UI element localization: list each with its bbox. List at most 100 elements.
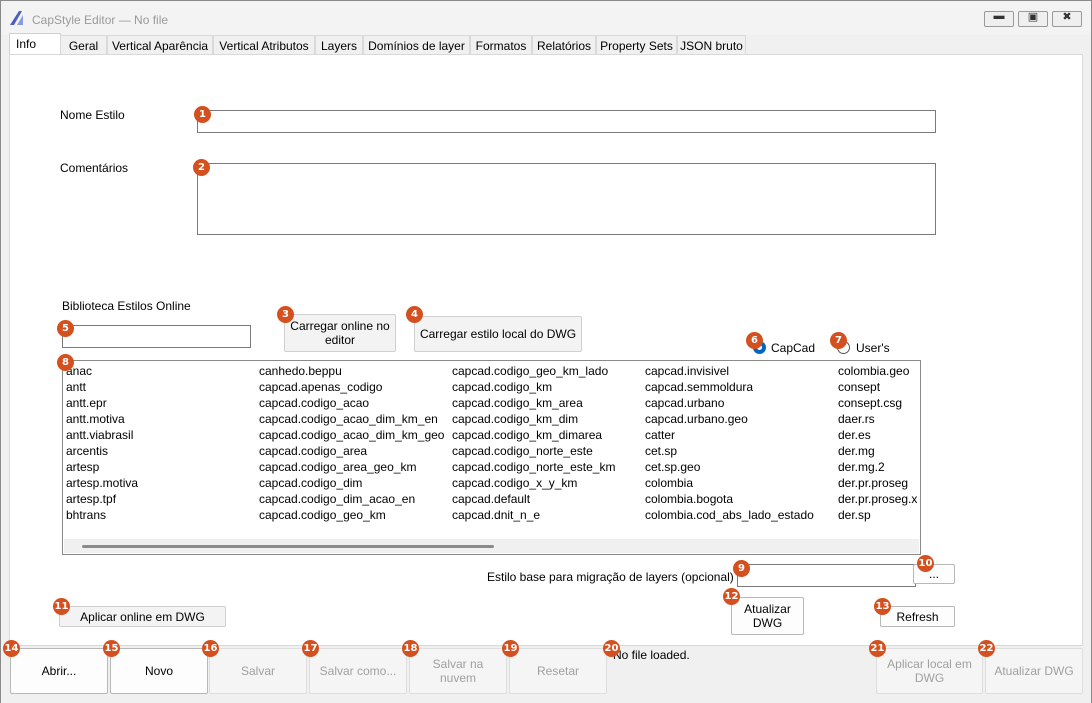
list-item[interactable]: capcad.codigo_dim xyxy=(259,475,444,491)
apply-online-dwg-button[interactable]: Aplicar online em DWG xyxy=(59,606,226,627)
styles-column-1: anac antt antt.epr antt.motiva antt.viab… xyxy=(66,363,138,523)
users-radio-label: User's xyxy=(856,341,890,355)
annotation-badge-2: 2 xyxy=(193,159,210,176)
list-item[interactable]: colombia xyxy=(645,475,814,491)
list-item[interactable]: capcad.codigo_km_dim xyxy=(452,411,615,427)
list-item[interactable]: der.mg.2 xyxy=(838,459,917,475)
tab-formatos[interactable]: Formatos xyxy=(470,35,532,55)
list-item[interactable]: capcad.codigo_geo_km_lado xyxy=(452,363,615,379)
scrollbar-thumb[interactable] xyxy=(82,545,494,548)
estilo-base-label: Estilo base para migração de layers (opc… xyxy=(487,570,734,584)
list-item[interactable]: capcad.urbano xyxy=(645,395,814,411)
list-item[interactable]: bhtrans xyxy=(66,507,138,523)
load-local-dwg-button[interactable]: Carregar estilo local do DWG xyxy=(414,316,582,352)
annotation-badge-5: 5 xyxy=(57,320,74,337)
list-item[interactable]: antt.viabrasil xyxy=(66,427,138,443)
list-item[interactable]: der.pr.proseg xyxy=(838,475,917,491)
tab-relatorios[interactable]: Relatórios xyxy=(532,35,596,55)
nome-estilo-input[interactable] xyxy=(197,110,936,133)
library-search-input[interactable] xyxy=(62,325,251,348)
list-item[interactable]: catter xyxy=(645,427,814,443)
list-item[interactable]: capcad.codigo_norte_este xyxy=(452,443,615,459)
tab-dominios-de-layer[interactable]: Domínios de layer xyxy=(363,35,470,55)
list-item[interactable]: der.es xyxy=(838,427,917,443)
close-button[interactable]: ✖ xyxy=(1052,11,1082,27)
list-item[interactable]: canhedo.beppu xyxy=(259,363,444,379)
list-item[interactable]: capcad.invisivel xyxy=(645,363,814,379)
save-cloud-button[interactable]: Salvar na nuvem xyxy=(409,648,507,694)
maximize-button[interactable]: ▣ xyxy=(1018,11,1048,27)
list-item[interactable]: colombia.geo xyxy=(838,363,917,379)
annotation-badge-16: 16 xyxy=(202,640,219,657)
tab-vertical-aparencia[interactable]: Vertical Aparência xyxy=(107,35,213,55)
list-item[interactable]: capcad.codigo_x_y_km xyxy=(452,475,615,491)
status-text: No file loaded. xyxy=(613,648,690,662)
annotation-badge-6: 6 xyxy=(746,332,763,349)
save-as-button[interactable]: Salvar como... xyxy=(309,648,407,694)
minimize-button[interactable]: ▬ xyxy=(984,10,1014,27)
list-item[interactable]: capcad.codigo_km xyxy=(452,379,615,395)
annotation-badge-11: 11 xyxy=(53,598,70,615)
list-item[interactable]: capcad.codigo_norte_este_km xyxy=(452,459,615,475)
list-item[interactable]: arcentis xyxy=(66,443,138,459)
tab-layers[interactable]: Layers xyxy=(315,35,363,55)
save-button[interactable]: Salvar xyxy=(209,648,307,694)
annotation-badge-12: 12 xyxy=(723,588,740,605)
horizontal-scrollbar[interactable] xyxy=(64,539,919,553)
title-bar: CapStyle Editor — No file ▬ ▣ ✖ xyxy=(1,1,1091,35)
list-item[interactable]: anac xyxy=(66,363,138,379)
tab-json-bruto[interactable]: JSON bruto xyxy=(677,35,746,55)
tab-property-sets[interactable]: Property Sets xyxy=(596,35,677,55)
annotation-badge-4: 4 xyxy=(406,306,423,323)
list-item[interactable]: der.mg xyxy=(838,443,917,459)
reset-button[interactable]: Resetar xyxy=(509,648,607,694)
update-dwg-bottom-button[interactable]: Atualizar DWG xyxy=(985,648,1083,694)
annotation-badge-8: 8 xyxy=(57,354,74,371)
list-item[interactable]: capcad.semmoldura xyxy=(645,379,814,395)
list-item[interactable]: capcad.codigo_area_geo_km xyxy=(259,459,444,475)
annotation-badge-20: 20 xyxy=(603,640,620,657)
open-button[interactable]: Abrir... xyxy=(10,648,108,694)
refresh-button[interactable]: Refresh xyxy=(880,606,955,627)
annotation-badge-22: 22 xyxy=(978,640,995,657)
list-item[interactable]: capcad.codigo_dim_acao_en xyxy=(259,491,444,507)
list-item[interactable]: capcad.codigo_km_area xyxy=(452,395,615,411)
tab-info[interactable]: Info xyxy=(9,33,61,55)
list-item[interactable]: antt xyxy=(66,379,138,395)
load-online-button[interactable]: Carregar online no editor xyxy=(284,314,396,352)
new-button[interactable]: Novo xyxy=(110,648,208,694)
list-item[interactable]: capcad.codigo_area xyxy=(259,443,444,459)
list-item[interactable]: capcad.apenas_codigo xyxy=(259,379,444,395)
list-item[interactable]: cet.sp xyxy=(645,443,814,459)
list-item[interactable]: capcad.codigo_km_dimarea xyxy=(452,427,615,443)
minimize-icon: ▬ xyxy=(993,10,1005,22)
list-item[interactable]: antt.motiva xyxy=(66,411,138,427)
list-item[interactable]: capcad.default xyxy=(452,491,615,507)
list-item[interactable]: capcad.urbano.geo xyxy=(645,411,814,427)
tab-vertical-atributos[interactable]: Vertical Atributos xyxy=(213,35,315,55)
list-item[interactable]: capcad.codigo_acao_dim_km_geo xyxy=(259,427,444,443)
update-dwg-button[interactable]: Atualizar DWG xyxy=(731,597,804,635)
list-item[interactable]: der.pr.proseg.x xyxy=(838,491,917,507)
list-item[interactable]: artesp.motiva xyxy=(66,475,138,491)
list-item[interactable]: artesp.tpf xyxy=(66,491,138,507)
list-item[interactable]: capcad.codigo_acao_dim_km_en xyxy=(259,411,444,427)
list-item[interactable]: colombia.cod_abs_lado_estado xyxy=(645,507,814,523)
list-item[interactable]: der.sp xyxy=(838,507,917,523)
list-item[interactable]: consept xyxy=(838,379,917,395)
list-item[interactable]: daer.rs xyxy=(838,411,917,427)
list-item[interactable]: colombia.bogota xyxy=(645,491,814,507)
list-item[interactable]: artesp xyxy=(66,459,138,475)
annotation-badge-17: 17 xyxy=(302,640,319,657)
list-item[interactable]: capcad.codigo_geo_km xyxy=(259,507,444,523)
list-item[interactable]: consept.csg xyxy=(838,395,917,411)
list-item[interactable]: cet.sp.geo xyxy=(645,459,814,475)
styles-listbox[interactable]: anac antt antt.epr antt.motiva antt.viab… xyxy=(62,360,921,555)
estilo-base-input[interactable] xyxy=(737,564,916,587)
tab-geral[interactable]: Geral xyxy=(60,35,107,55)
apply-local-dwg-button[interactable]: Aplicar local em DWG xyxy=(876,648,983,694)
list-item[interactable]: capcad.codigo_acao xyxy=(259,395,444,411)
list-item[interactable]: antt.epr xyxy=(66,395,138,411)
comentarios-textarea[interactable] xyxy=(197,163,936,235)
list-item[interactable]: capcad.dnit_n_e xyxy=(452,507,615,523)
